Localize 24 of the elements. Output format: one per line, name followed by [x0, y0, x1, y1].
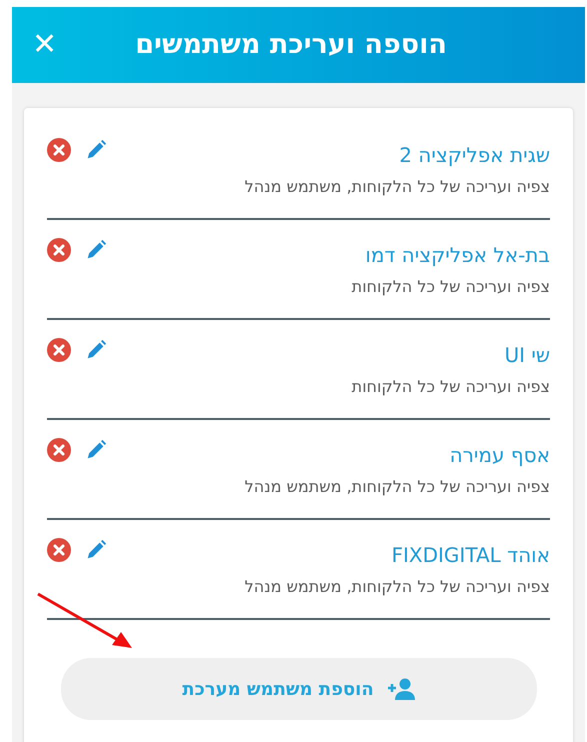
- user-name[interactable]: שגית אפליקציה 2: [399, 142, 550, 168]
- user-name[interactable]: בת-אל אפליקציה דמו: [365, 242, 550, 268]
- user-name[interactable]: שי UI: [504, 342, 550, 368]
- edit-icon[interactable]: [85, 139, 107, 161]
- close-button[interactable]: ✕: [32, 30, 58, 60]
- delete-icon[interactable]: [47, 238, 71, 262]
- dialog-title: הוספה ועריכת משתמשים: [134, 28, 448, 62]
- edit-icon[interactable]: [85, 339, 107, 361]
- delete-icon[interactable]: [47, 138, 71, 162]
- user-permissions: צפיה ועריכה של כל הלקוחות, משתמש מנהל: [244, 176, 550, 198]
- add-user-button[interactable]: הוספת משתמש מערכת: [61, 658, 537, 720]
- user-permissions: צפיה ועריכה של כל הלקוחות, משתמש מנהל: [244, 476, 550, 498]
- delete-icon[interactable]: [47, 338, 71, 362]
- user-permissions: צפיה ועריכה של כל הלקוחות, משתמש מנהל: [244, 576, 550, 598]
- user-name[interactable]: אוהד FIXDIGITAL: [392, 542, 550, 568]
- edit-icon[interactable]: [85, 539, 107, 561]
- edit-icon[interactable]: [85, 439, 107, 461]
- user-permissions: צפיה ועריכה של כל הלקוחות: [352, 376, 550, 398]
- delete-icon[interactable]: [47, 438, 71, 462]
- edit-icon[interactable]: [85, 239, 107, 261]
- delete-icon[interactable]: [47, 538, 71, 562]
- user-name[interactable]: אסף עמירה: [450, 442, 550, 468]
- add-user-icon: [388, 678, 416, 700]
- user-permissions: צפיה ועריכה של כל הלקוחות: [352, 276, 550, 298]
